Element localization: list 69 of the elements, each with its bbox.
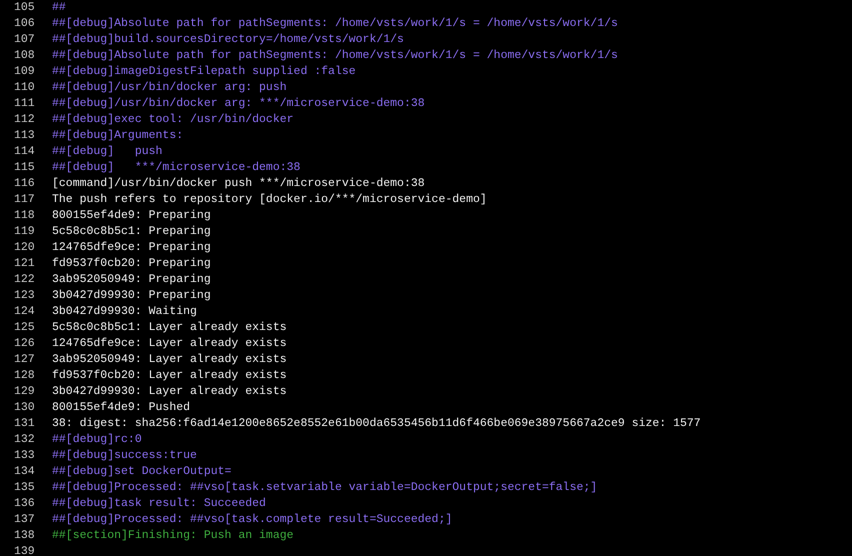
- line-number: 111: [13, 96, 36, 112]
- line-number: 126: [13, 336, 36, 352]
- log-text: ##[debug]rc:0: [52, 432, 142, 448]
- line-number: 123: [13, 288, 36, 304]
- log-text: fd9537f0cb20: Preparing: [52, 256, 211, 272]
- line-number: 130: [13, 400, 36, 416]
- line-number: 139: [13, 544, 36, 556]
- log-text: ##[debug] ***/microservice-demo:38: [52, 160, 300, 176]
- line-number: 115: [13, 160, 36, 176]
- log-text: ##[debug]task result: Succeeded: [52, 496, 266, 512]
- line-number: 134: [13, 464, 36, 480]
- line-number: 127: [13, 352, 36, 368]
- log-text: 3b0427d99930: Layer already exists: [52, 384, 287, 400]
- log-text: 5c58c0c8b5c1: Layer already exists: [52, 320, 287, 336]
- line-number: 124: [13, 304, 36, 320]
- line-number: 114: [13, 144, 36, 160]
- line-number: 132: [13, 432, 36, 448]
- log-text: ##[debug]Absolute path for pathSegments: /home/vsts/work/1/s = /home/vsts/work/1/s: [52, 48, 618, 64]
- log-text: ##[section]Finishing: Push an image: [52, 528, 294, 544]
- line-number: 106: [13, 16, 36, 32]
- line-number: 125: [13, 320, 36, 336]
- line-number: 121: [13, 256, 36, 272]
- line-number: 109: [13, 64, 36, 80]
- log-text: ##[debug]/usr/bin/docker arg: push: [52, 80, 287, 96]
- line-number: 131: [13, 416, 36, 432]
- log-text: [command]/usr/bin/docker push ***/microservice-demo:38: [52, 176, 425, 192]
- line-number: 136: [13, 496, 36, 512]
- log-text: 3ab952050949: Preparing: [52, 272, 211, 288]
- log-text: ##: [52, 0, 66, 16]
- log-text: ##[debug]Processed: ##vso[task.complete result=Succeeded;]: [52, 512, 452, 528]
- line-number: 110: [13, 80, 36, 96]
- log-text: 124765dfe9ce: Layer already exists: [52, 336, 287, 352]
- line-number: 107: [13, 32, 36, 48]
- log-text: 800155ef4de9: Preparing: [52, 208, 211, 224]
- log-text: 124765dfe9ce: Preparing: [52, 240, 211, 256]
- log-text: ##[debug] push: [52, 144, 162, 160]
- line-number: 105: [13, 0, 36, 16]
- log-text: ##[debug]imageDigestFilepath supplied :false: [52, 64, 356, 80]
- log-text: ##[debug]/usr/bin/docker arg: ***/microservice-demo:38: [52, 96, 425, 112]
- line-number: 112: [13, 112, 36, 128]
- line-number: 113: [13, 128, 36, 144]
- log-text: The push refers to repository [docker.io/***/microservice-demo]: [52, 192, 487, 208]
- line-number: 119: [13, 224, 36, 240]
- line-number: 128: [13, 368, 36, 384]
- line-number: 129: [13, 384, 36, 400]
- log-text: fd9537f0cb20: Layer already exists: [52, 368, 287, 384]
- line-number: 120: [13, 240, 36, 256]
- log-text: ##[debug]set DockerOutput=: [52, 464, 232, 480]
- log-text: 3b0427d99930: Preparing: [52, 288, 211, 304]
- log-text: ##[debug]success:true: [52, 448, 197, 464]
- log-text: ##[debug]Arguments:: [52, 128, 184, 144]
- log-text: 38: digest: sha256:f6ad14e1200e8652e8552e61b00da6535456b11d6f466be069e38975667a2ce9 size: 1577: [52, 416, 701, 432]
- log-text: ##[debug]exec tool: /usr/bin/docker: [52, 112, 294, 128]
- line-number: 138: [13, 528, 36, 544]
- line-number: 135: [13, 480, 36, 496]
- log-text: ##[debug]Absolute path for pathSegments: /home/vsts/work/1/s = /home/vsts/work/1/s: [52, 16, 618, 32]
- log-text: 800155ef4de9: Pushed: [52, 400, 190, 416]
- log-text: 3b0427d99930: Waiting: [52, 304, 197, 320]
- line-number: 108: [13, 48, 36, 64]
- log-text: 3ab952050949: Layer already exists: [52, 352, 287, 368]
- line-number: 122: [13, 272, 36, 288]
- line-number: 116: [13, 176, 36, 192]
- line-number: 117: [13, 192, 36, 208]
- line-number: 137: [13, 512, 36, 528]
- log-text: ##[debug]Processed: ##vso[task.setvariable variable=DockerOutput;secret=false;]: [52, 480, 598, 496]
- line-number: 133: [13, 448, 36, 464]
- log-text: ##[debug]build.sourcesDirectory=/home/vsts/work/1/s: [52, 32, 404, 48]
- line-number: 118: [13, 208, 36, 224]
- log-text: 5c58c0c8b5c1: Preparing: [52, 224, 211, 240]
